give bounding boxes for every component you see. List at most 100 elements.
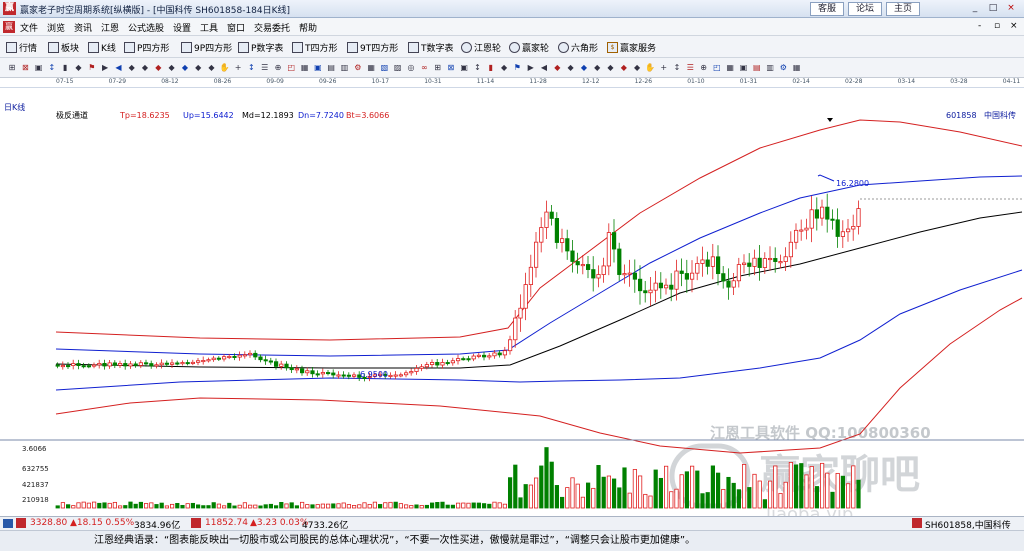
drawing-tool-icon[interactable]: ◆ — [206, 61, 218, 74]
drawing-tool-icon[interactable]: ◀ — [538, 61, 550, 74]
mdi-restore-button[interactable]: ▫ — [994, 21, 1000, 31]
drawing-tool-icon[interactable]: ◎ — [405, 61, 417, 74]
volume-bar — [534, 477, 539, 509]
drawing-tool-icon[interactable]: ⊞ — [432, 61, 444, 74]
drawing-tool-icon[interactable]: ◆ — [565, 61, 577, 74]
drawing-tool-icon[interactable]: ◆ — [139, 61, 151, 74]
kline-chart[interactable]: 江恩工具软件 QQ:100800360 赢家聊吧 ljaoba.vip 日K线 … — [0, 88, 1024, 516]
drawing-tool-icon[interactable]: ▧ — [378, 61, 390, 74]
minimize-button[interactable]: _ — [968, 3, 982, 15]
gann-wheel-button[interactable]: 江恩轮 — [461, 40, 501, 54]
t-square-button[interactable]: T四方形 — [292, 40, 338, 54]
drawing-tool-icon[interactable]: ▦ — [299, 61, 311, 74]
9t-square-label: 9T四方形 — [360, 43, 399, 54]
menu-formula[interactable]: 公式选股 — [128, 21, 164, 34]
maximize-button[interactable]: □ — [986, 3, 1000, 15]
menu-info[interactable]: 资讯 — [74, 21, 92, 34]
mdi-close-button[interactable]: × — [1010, 21, 1018, 31]
homepage-button[interactable]: 主页 — [886, 2, 920, 16]
t-numbers-button[interactable]: T数字表 — [408, 40, 454, 54]
drawing-tool-icon[interactable]: ✋ — [644, 61, 656, 74]
drawing-tool-icon[interactable]: ▶ — [525, 61, 537, 74]
volume-bar — [377, 504, 383, 509]
drawing-tool-icon[interactable]: ▶ — [99, 61, 111, 74]
drawing-tool-icon[interactable]: ◆ — [578, 61, 590, 74]
drawing-tool-icon[interactable]: ◆ — [179, 61, 191, 74]
menu-settings[interactable]: 设置 — [173, 21, 191, 34]
winner-service-button[interactable]: $ 赢家服务 — [607, 40, 656, 54]
menu-file[interactable]: 文件 — [20, 21, 38, 34]
drawing-tool-icon[interactable]: ◆ — [498, 61, 510, 74]
drawing-tool-icon[interactable]: ◆ — [605, 61, 617, 74]
drawing-tool-icon[interactable]: ◆ — [73, 61, 85, 74]
quotes-button[interactable]: 行情 — [6, 40, 37, 54]
mdi-minimize-button[interactable]: - — [978, 21, 981, 31]
drawing-tool-icon[interactable]: ▦ — [724, 61, 736, 74]
drawing-tool-icon[interactable]: ◆ — [618, 61, 630, 74]
drawing-tool-icon[interactable]: ▤ — [751, 61, 763, 74]
menu-tools[interactable]: 工具 — [200, 21, 218, 34]
hexagon-button[interactable]: 六角形 — [558, 40, 598, 54]
drawing-tool-icon[interactable]: ◆ — [126, 61, 138, 74]
drawing-tool-icon[interactable]: ⚑ — [86, 61, 98, 74]
menu-help[interactable]: 帮助 — [299, 21, 317, 34]
drawing-tool-icon[interactable]: ▤ — [325, 61, 337, 74]
p-numbers-button[interactable]: P数字表 — [238, 40, 283, 54]
sectors-button[interactable]: 板块 — [48, 40, 79, 54]
menu-trade[interactable]: 交易委托 — [254, 21, 290, 34]
p-square-button[interactable]: P四方形 — [124, 40, 169, 54]
drawing-tool-icon[interactable]: ▣ — [33, 61, 45, 74]
drawing-tool-icon[interactable]: ⊠ — [445, 61, 457, 74]
winner-wheel-button[interactable]: 赢家轮 — [509, 40, 549, 54]
volume-bar — [299, 501, 305, 509]
drawing-tool-icon[interactable]: ↕ — [671, 61, 683, 74]
drawing-tool-icon[interactable]: ▥ — [764, 61, 776, 74]
drawing-tool-icon[interactable]: ☰ — [684, 61, 696, 74]
drawing-tool-icon[interactable]: ◆ — [631, 61, 643, 74]
drawing-tool-icon[interactable]: ◰ — [285, 61, 297, 74]
drawing-tool-icon[interactable]: ▣ — [458, 61, 470, 74]
drawing-tool-icon[interactable]: ⊕ — [272, 61, 284, 74]
drawing-tool-icon[interactable]: ∞ — [418, 61, 430, 74]
drawing-tool-icon[interactable]: ☰ — [259, 61, 271, 74]
service-button[interactable]: 客服 — [810, 2, 844, 16]
volume-bar — [752, 473, 757, 509]
stock-status-icon — [912, 518, 922, 528]
drawing-tool-icon[interactable]: ↕ — [245, 61, 257, 74]
candle — [612, 232, 617, 250]
drawing-tool-icon[interactable]: ⊕ — [698, 61, 710, 74]
menu-gann[interactable]: 江恩 — [101, 21, 119, 34]
menu-browse[interactable]: 浏览 — [47, 21, 65, 34]
drawing-tool-icon[interactable]: ◆ — [152, 61, 164, 74]
drawing-tool-icon[interactable]: ⚙ — [777, 61, 789, 74]
kline-button[interactable]: K线 — [88, 40, 116, 54]
drawing-tool-icon[interactable]: ▦ — [791, 61, 803, 74]
drawing-tool-icon[interactable]: ▥ — [339, 61, 351, 74]
drawing-tool-icon[interactable]: ▮ — [59, 61, 71, 74]
drawing-tool-icon[interactable]: ◆ — [166, 61, 178, 74]
drawing-tool-icon[interactable]: ◆ — [591, 61, 603, 74]
drawing-tool-icon[interactable]: ▦ — [365, 61, 377, 74]
drawing-tool-icon[interactable]: + — [658, 61, 670, 74]
drawing-tool-icon[interactable]: ◆ — [192, 61, 204, 74]
drawing-tool-icon[interactable]: ▮ — [485, 61, 497, 74]
drawing-tool-icon[interactable]: ◰ — [711, 61, 723, 74]
9t-square-button[interactable]: 9T四方形 — [347, 40, 398, 54]
drawing-tool-icon[interactable]: ▨ — [392, 61, 404, 74]
9p-square-button[interactable]: 9P四方形 — [181, 40, 232, 54]
drawing-tool-icon[interactable]: ⚙ — [352, 61, 364, 74]
drawing-tool-icon[interactable]: ◆ — [551, 61, 563, 74]
drawing-tool-icon[interactable]: ⊞ — [6, 61, 18, 74]
close-button[interactable]: × — [1004, 3, 1018, 15]
drawing-tool-icon[interactable]: ↕ — [472, 61, 484, 74]
drawing-tool-icon[interactable]: ⊠ — [19, 61, 31, 74]
drawing-tool-icon[interactable]: ✋ — [219, 61, 231, 74]
drawing-tool-icon[interactable]: ↕ — [46, 61, 58, 74]
menu-window[interactable]: 窗口 — [227, 21, 245, 34]
drawing-tool-icon[interactable]: ▣ — [738, 61, 750, 74]
drawing-tool-icon[interactable]: + — [232, 61, 244, 74]
drawing-tool-icon[interactable]: ⚑ — [511, 61, 523, 74]
forum-button[interactable]: 论坛 — [848, 2, 882, 16]
drawing-tool-icon[interactable]: ▣ — [312, 61, 324, 74]
drawing-tool-icon[interactable]: ◀ — [112, 61, 124, 74]
